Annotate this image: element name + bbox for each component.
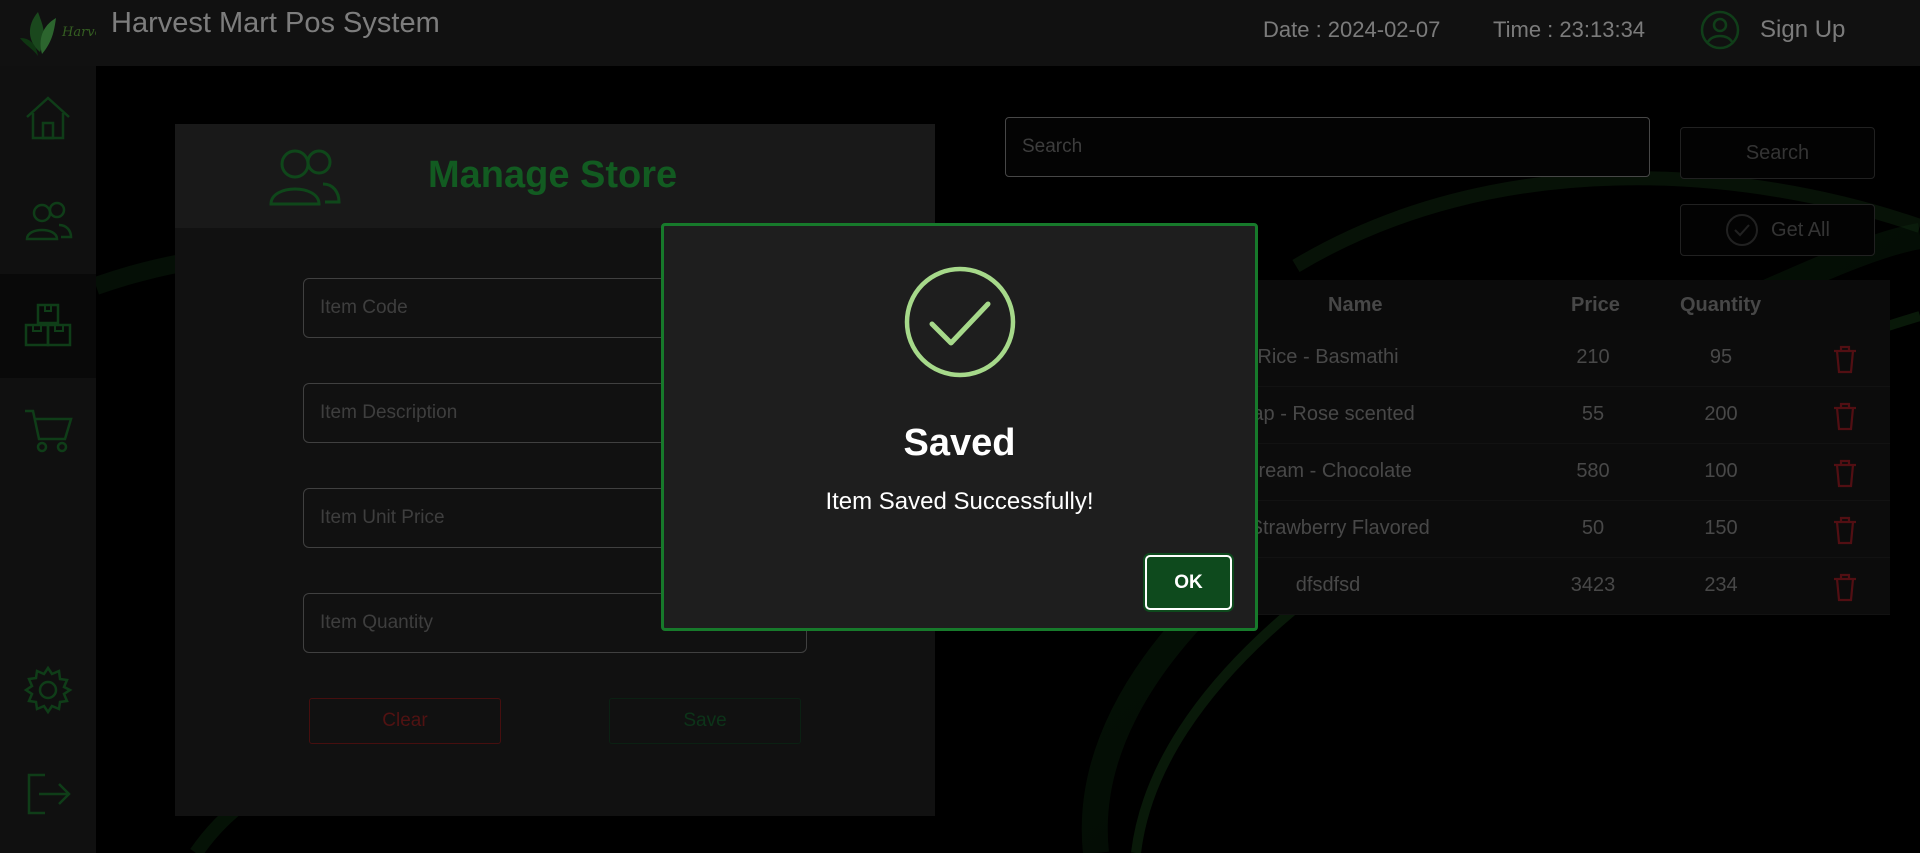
- dialog-message: Item Saved Successfully!: [825, 488, 1094, 515]
- ok-button[interactable]: OK: [1145, 555, 1232, 610]
- success-check-icon: [904, 266, 1016, 378]
- dialog-title: Saved: [903, 422, 1016, 464]
- success-dialog: Saved Item Saved Successfully! OK: [661, 223, 1258, 631]
